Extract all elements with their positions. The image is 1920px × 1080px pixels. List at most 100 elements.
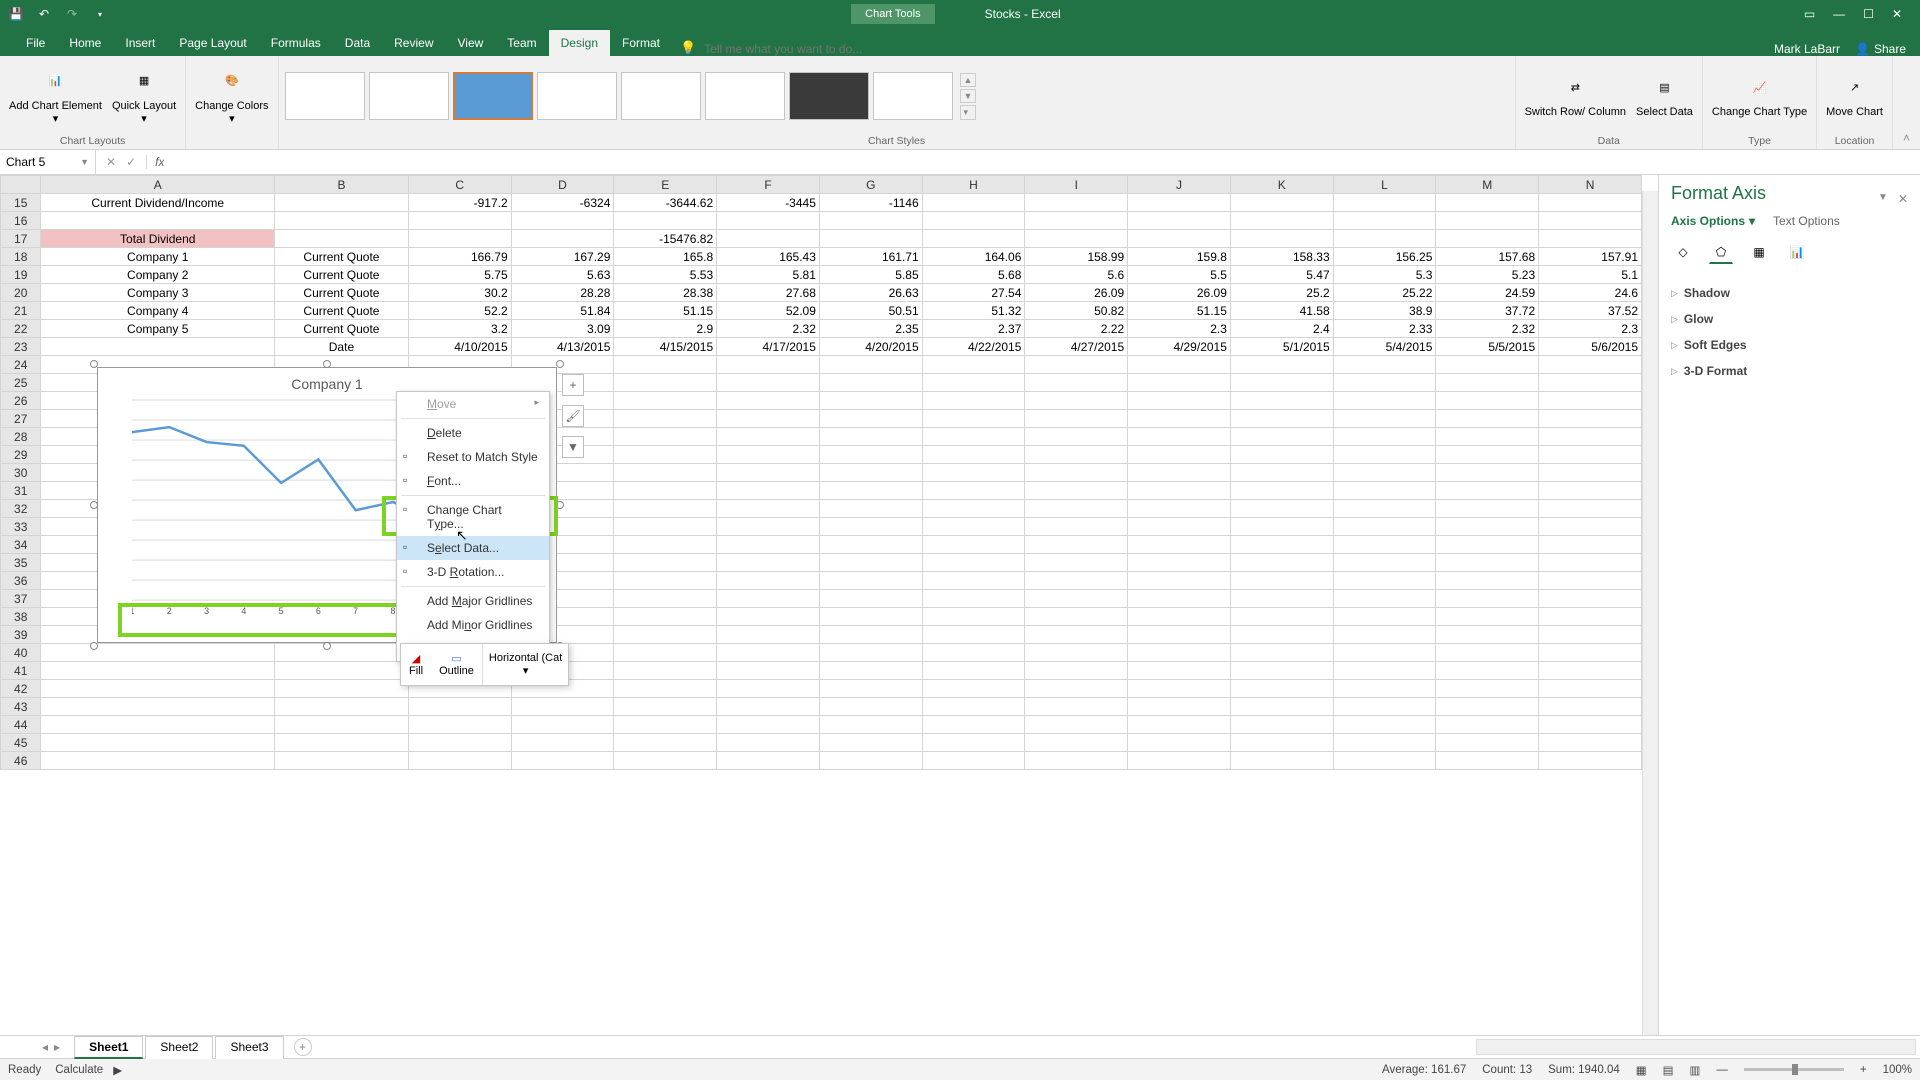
axis-options-icon[interactable]: 📊 bbox=[1785, 240, 1809, 264]
view-page-layout-icon[interactable]: ▤ bbox=[1663, 1063, 1674, 1077]
cell-N36[interactable] bbox=[1539, 572, 1642, 590]
cell-B43[interactable] bbox=[275, 698, 409, 716]
cell-M23[interactable]: 5/5/2015 bbox=[1436, 338, 1539, 356]
cell-H15[interactable] bbox=[922, 194, 1025, 212]
cell-D45[interactable] bbox=[511, 734, 614, 752]
cell-F33[interactable] bbox=[717, 518, 820, 536]
cell-N23[interactable]: 5/6/2015 bbox=[1539, 338, 1642, 356]
col-header-A[interactable]: A bbox=[41, 176, 275, 194]
cell-B22[interactable]: Current Quote bbox=[275, 320, 409, 338]
cell-C46[interactable] bbox=[408, 752, 511, 770]
cell-I31[interactable] bbox=[1025, 482, 1128, 500]
row-header-37[interactable]: 37 bbox=[1, 590, 41, 608]
cell-B16[interactable] bbox=[275, 212, 409, 230]
add-chart-element-button[interactable]: 📊Add Chart Element ▾ bbox=[5, 64, 106, 128]
cell-L31[interactable] bbox=[1333, 482, 1436, 500]
row-header-22[interactable]: 22 bbox=[1, 320, 41, 338]
cell-M17[interactable] bbox=[1436, 230, 1539, 248]
row-header-35[interactable]: 35 bbox=[1, 554, 41, 572]
cell-G35[interactable] bbox=[819, 554, 922, 572]
cell-H24[interactable] bbox=[922, 356, 1025, 374]
cell-G39[interactable] bbox=[819, 626, 922, 644]
row-header-23[interactable]: 23 bbox=[1, 338, 41, 356]
cell-C43[interactable] bbox=[408, 698, 511, 716]
cell-G32[interactable] bbox=[819, 500, 922, 518]
cell-A40[interactable] bbox=[41, 644, 275, 662]
cell-I19[interactable]: 5.6 bbox=[1025, 266, 1128, 284]
cell-J38[interactable] bbox=[1128, 608, 1231, 626]
cell-G44[interactable] bbox=[819, 716, 922, 734]
cell-I17[interactable] bbox=[1025, 230, 1128, 248]
chart-title[interactable]: Company 1 bbox=[98, 368, 556, 392]
cell-K35[interactable] bbox=[1230, 554, 1333, 572]
chart-style-6[interactable] bbox=[705, 72, 785, 120]
chart-styles-icon[interactable]: 🖌 bbox=[562, 405, 584, 427]
row-header-33[interactable]: 33 bbox=[1, 518, 41, 536]
cell-F46[interactable] bbox=[717, 752, 820, 770]
cell-L40[interactable] bbox=[1333, 644, 1436, 662]
cell-K33[interactable] bbox=[1230, 518, 1333, 536]
cell-K17[interactable] bbox=[1230, 230, 1333, 248]
cell-M41[interactable] bbox=[1436, 662, 1539, 680]
cell-K26[interactable] bbox=[1230, 392, 1333, 410]
cell-I32[interactable] bbox=[1025, 500, 1128, 518]
chart-style-4[interactable] bbox=[537, 72, 617, 120]
cell-F25[interactable] bbox=[717, 374, 820, 392]
row-header-39[interactable]: 39 bbox=[1, 626, 41, 644]
cell-J21[interactable]: 51.15 bbox=[1128, 302, 1231, 320]
cell-H39[interactable] bbox=[922, 626, 1025, 644]
cell-N45[interactable] bbox=[1539, 734, 1642, 752]
move-chart-button[interactable]: ↗Move Chart bbox=[1822, 70, 1887, 121]
cell-N46[interactable] bbox=[1539, 752, 1642, 770]
cell-J39[interactable] bbox=[1128, 626, 1231, 644]
chart-style-2[interactable] bbox=[369, 72, 449, 120]
cell-E32[interactable] bbox=[614, 500, 717, 518]
select-data-button[interactable]: ▤Select Data bbox=[1632, 70, 1697, 121]
tab-file[interactable]: File bbox=[14, 30, 57, 56]
cell-F17[interactable] bbox=[717, 230, 820, 248]
cell-N35[interactable] bbox=[1539, 554, 1642, 572]
cell-E28[interactable] bbox=[614, 428, 717, 446]
cell-F45[interactable] bbox=[717, 734, 820, 752]
sheet-tab-sheet1[interactable]: Sheet1 bbox=[74, 1036, 143, 1059]
cell-N37[interactable] bbox=[1539, 590, 1642, 608]
col-header-B[interactable]: B bbox=[275, 176, 409, 194]
name-box[interactable] bbox=[6, 155, 80, 169]
row-header-27[interactable]: 27 bbox=[1, 410, 41, 428]
row-header-32[interactable]: 32 bbox=[1, 500, 41, 518]
cell-B18[interactable]: Current Quote bbox=[275, 248, 409, 266]
cell-L43[interactable] bbox=[1333, 698, 1436, 716]
cell-F29[interactable] bbox=[717, 446, 820, 464]
cell-D46[interactable] bbox=[511, 752, 614, 770]
cell-L36[interactable] bbox=[1333, 572, 1436, 590]
switch-row-column-button[interactable]: ⇄Switch Row/ Column bbox=[1521, 70, 1630, 121]
cell-L21[interactable]: 38.9 bbox=[1333, 302, 1436, 320]
context-add-major-gridlines[interactable]: Add Major Gridlines bbox=[397, 589, 549, 613]
cell-L45[interactable] bbox=[1333, 734, 1436, 752]
cell-J41[interactable] bbox=[1128, 662, 1231, 680]
cell-E15[interactable]: -3644.62 bbox=[614, 194, 717, 212]
cell-N41[interactable] bbox=[1539, 662, 1642, 680]
cell-G34[interactable] bbox=[819, 536, 922, 554]
cell-I45[interactable] bbox=[1025, 734, 1128, 752]
size-properties-icon[interactable]: ▦ bbox=[1747, 240, 1771, 264]
cell-K15[interactable] bbox=[1230, 194, 1333, 212]
cell-K29[interactable] bbox=[1230, 446, 1333, 464]
share-button[interactable]: 👤 Share bbox=[1855, 42, 1906, 56]
cell-K45[interactable] bbox=[1230, 734, 1333, 752]
cell-E20[interactable]: 28.38 bbox=[614, 284, 717, 302]
cell-E40[interactable] bbox=[614, 644, 717, 662]
cell-H18[interactable]: 164.06 bbox=[922, 248, 1025, 266]
cell-A44[interactable] bbox=[41, 716, 275, 734]
cell-H37[interactable] bbox=[922, 590, 1025, 608]
cell-G15[interactable]: -1146 bbox=[819, 194, 922, 212]
sheet-tab-sheet3[interactable]: Sheet3 bbox=[215, 1036, 283, 1059]
cell-C22[interactable]: 3.2 bbox=[408, 320, 511, 338]
chart-style-1[interactable] bbox=[285, 72, 365, 120]
cell-C20[interactable]: 30.2 bbox=[408, 284, 511, 302]
cell-N22[interactable]: 2.3 bbox=[1539, 320, 1642, 338]
cell-I24[interactable] bbox=[1025, 356, 1128, 374]
cell-L23[interactable]: 5/4/2015 bbox=[1333, 338, 1436, 356]
cell-M42[interactable] bbox=[1436, 680, 1539, 698]
cell-A23[interactable] bbox=[41, 338, 275, 356]
